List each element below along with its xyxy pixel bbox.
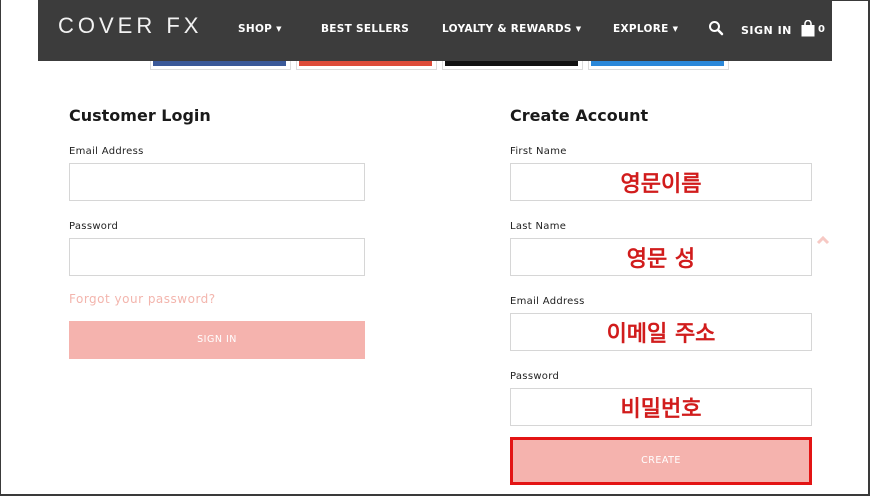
- customer-login-title: Customer Login: [69, 106, 211, 125]
- last-name-input[interactable]: 영문 성: [510, 238, 812, 276]
- top-navigation-bar: COVER FX SHOP ▼ BEST SELLERS LOYALTY & RE…: [38, 0, 832, 61]
- create-account-title: Create Account: [510, 106, 649, 125]
- email-annotation: 이메일 주소: [606, 322, 716, 347]
- nav-explore[interactable]: EXPLORE ▼: [613, 23, 678, 35]
- login-password-label: Password: [69, 221, 119, 232]
- first-name-annotation: 영문이름: [620, 172, 702, 197]
- login-email-label: Email Address: [69, 146, 144, 157]
- first-name-label: First Name: [510, 146, 567, 157]
- login-password-input[interactable]: [69, 238, 365, 276]
- chevron-down-icon: ▼: [672, 25, 679, 33]
- frame-top-border: [832, 0, 870, 1]
- create-button-highlight: CREATE: [510, 437, 812, 485]
- signup-password-label: Password: [510, 371, 560, 382]
- sign-in-link[interactable]: SIGN IN: [741, 24, 792, 37]
- nav-best-sellers-label: BEST SELLERS: [321, 23, 410, 35]
- create-account-button[interactable]: CREATE: [513, 440, 809, 482]
- chevron-down-icon: ▼: [276, 25, 282, 33]
- password-annotation: 비밀번호: [620, 397, 702, 422]
- shopping-bag-icon[interactable]: [800, 20, 816, 37]
- google-login-button[interactable]: [299, 61, 432, 66]
- signup-email-label: Email Address: [510, 296, 585, 307]
- twitter-login-button[interactable]: [591, 61, 724, 66]
- facebook-login-button[interactable]: [153, 61, 286, 66]
- nav-loyalty-rewards[interactable]: LOYALTY & REWARDS ▼: [442, 23, 581, 35]
- apple-login-button[interactable]: [445, 61, 578, 66]
- nav-best-sellers[interactable]: BEST SELLERS: [321, 23, 409, 35]
- nav-explore-label: EXPLORE: [613, 23, 669, 35]
- brand-logo[interactable]: COVER FX: [58, 13, 202, 39]
- first-name-input[interactable]: 영문이름: [510, 163, 812, 201]
- frame-left-border: [0, 0, 1, 496]
- signup-email-input[interactable]: 이메일 주소: [510, 313, 812, 351]
- search-icon[interactable]: [708, 20, 724, 36]
- nav-shop[interactable]: SHOP ▼: [238, 23, 282, 35]
- last-name-annotation: 영문 성: [626, 247, 696, 272]
- chevron-down-icon: ▼: [575, 25, 582, 33]
- login-email-input[interactable]: [69, 163, 365, 201]
- forgot-password-link[interactable]: Forgot your password?: [69, 292, 216, 306]
- scroll-to-top-icon[interactable]: [816, 233, 830, 247]
- cart-count: 0: [818, 24, 825, 35]
- nav-loyalty-label: LOYALTY & REWARDS: [442, 23, 572, 35]
- nav-shop-label: SHOP: [238, 23, 273, 35]
- sign-in-button[interactable]: SIGN IN: [69, 321, 365, 359]
- signup-password-input[interactable]: 비밀번호: [510, 388, 812, 426]
- last-name-label: Last Name: [510, 221, 567, 232]
